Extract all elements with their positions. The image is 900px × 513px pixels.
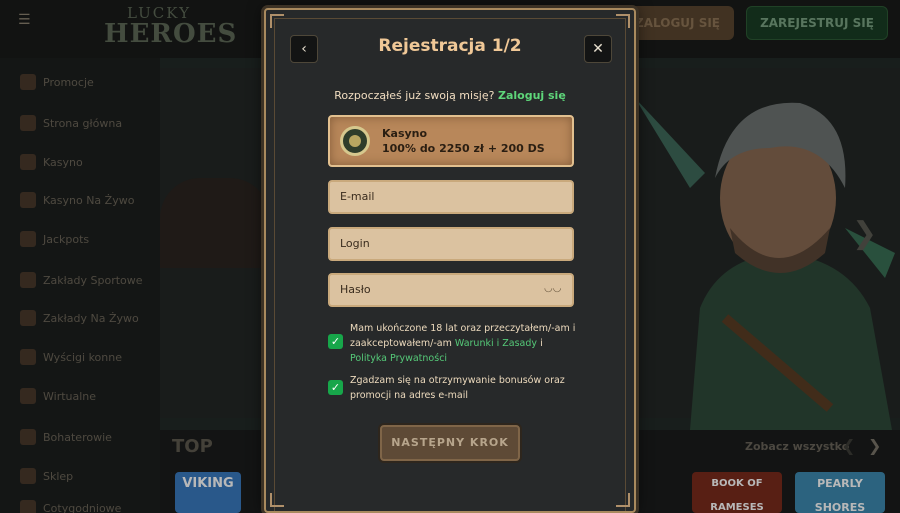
check-icon: ✓ xyxy=(330,335,341,348)
close-button[interactable]: ✕ xyxy=(584,35,612,63)
bonus-name: Kasyno xyxy=(382,127,428,140)
bonus-consent-text: Zgadzam się na otrzymywanie bonusów oraz… xyxy=(350,375,565,401)
check-icon: ✓ xyxy=(330,381,341,394)
privacy-policy-link[interactable]: Polityka Prywatności xyxy=(350,353,447,364)
age-consent-text: Mam ukończone 18 lat oraz przeczytałem/-… xyxy=(350,323,576,364)
next-step-button[interactable]: NASTĘPNY KROK xyxy=(380,425,520,461)
frame-corner xyxy=(270,14,284,28)
password-placeholder: Hasło xyxy=(340,283,371,296)
bonus-offer: 100% do 2250 zł + 200 DS xyxy=(382,142,545,155)
bonus-consent-checkbox[interactable]: ✓ xyxy=(328,380,343,395)
frame-corner xyxy=(616,14,630,28)
eye-closed-icon[interactable]: ◡◡ xyxy=(544,283,562,295)
roulette-icon xyxy=(340,126,370,156)
modal-title: Rejestracja 1/2 xyxy=(378,36,522,56)
terms-link[interactable]: Warunki i Zasady xyxy=(455,338,537,349)
login-link[interactable]: Zaloguj się xyxy=(498,89,566,102)
close-icon: ✕ xyxy=(592,41,604,57)
login-field[interactable]: Login xyxy=(328,227,574,261)
already-registered-prompt: Rozpocząłeś już swoją misję? Zaloguj się xyxy=(334,89,566,102)
registration-modal: ‹ Rejestracja 1/2 ✕ Rozpocząłeś już swoj… xyxy=(264,8,636,513)
bonus-selector[interactable]: Kasyno 100% do 2250 zł + 200 DS xyxy=(328,115,574,167)
frame-corner xyxy=(270,493,284,507)
email-field[interactable]: E-mail xyxy=(328,180,574,214)
age-consent-checkbox[interactable]: ✓ xyxy=(328,334,343,349)
frame-corner xyxy=(616,493,630,507)
password-field[interactable]: Hasło ◡◡ xyxy=(328,273,574,307)
